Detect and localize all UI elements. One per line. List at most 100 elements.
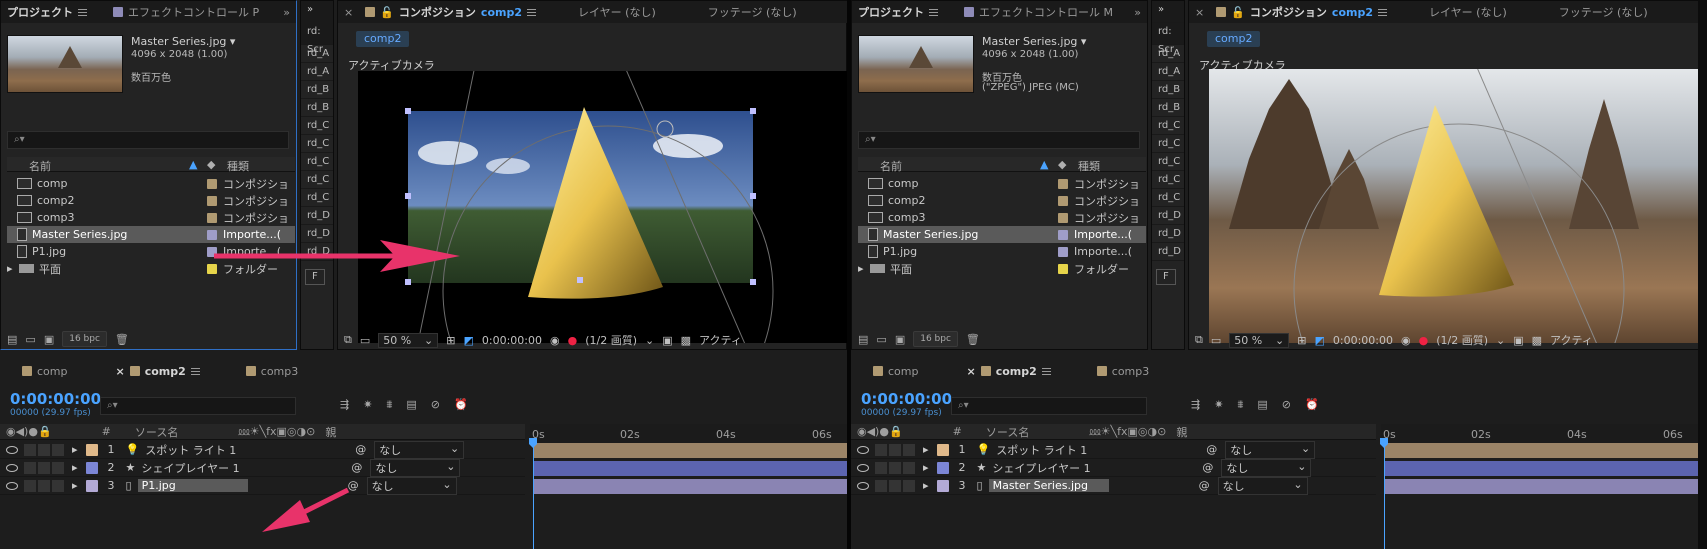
snapshot-icon[interactable]: ⧉ [1195, 333, 1203, 347]
motion-blur-icon[interactable]: ⊘ [1282, 398, 1291, 412]
project-item-folder[interactable]: ▸ 平面 フォルダー [858, 260, 1146, 277]
shy-icon[interactable]: ⩩ [1237, 398, 1243, 412]
expand-icon[interactable]: ▸ [858, 262, 868, 275]
script-item[interactable]: rd_C [1152, 171, 1184, 189]
new-folder-icon[interactable]: ▭ [876, 333, 886, 346]
close-icon[interactable]: × [1195, 6, 1204, 19]
script-header: rd: Scr [1152, 23, 1184, 55]
transparency-icon[interactable]: ▩ [1532, 334, 1542, 347]
parent-select[interactable]: なし ⌄ [1217, 476, 1308, 495]
sort-asc-icon[interactable]: ▲ [1040, 158, 1048, 171]
resolution-select[interactable]: (1/2 画質) [1436, 332, 1488, 348]
layer-name-selected[interactable]: Master Series.jpg [988, 479, 1109, 492]
time-ruler[interactable]: 0s 02s 04s 06s [1381, 424, 1698, 444]
layer-bar-2[interactable] [1384, 461, 1698, 476]
eye-icon[interactable] [857, 481, 869, 490]
script-item[interactable]: rd_A [1152, 45, 1184, 63]
label-color[interactable] [936, 443, 949, 456]
tab-effect-controls[interactable]: エフェクトコントロール M [964, 4, 1113, 20]
comp-chip[interactable]: comp2 [1207, 31, 1261, 47]
col-type[interactable]: 種類 [1078, 158, 1100, 174]
script-item[interactable]: rd_D [1152, 225, 1184, 243]
composition-viewer[interactable] [1209, 48, 1698, 455]
menu-icon[interactable] [1041, 367, 1051, 375]
new-comp-icon[interactable]: ▣ [895, 333, 905, 346]
zoom-select[interactable]: 50 % ⌄ [1229, 332, 1290, 348]
frame-blend-icon[interactable]: ▤ [1257, 398, 1267, 412]
pickwhip-icon[interactable]: @ [1199, 479, 1210, 492]
label-icon[interactable]: ◆ [1058, 158, 1066, 171]
script-item[interactable]: rd_B [1152, 81, 1184, 99]
project-item-comp2[interactable]: comp2 コンポジショ [858, 192, 1146, 209]
tab-project[interactable]: プロジェクト [858, 4, 938, 20]
expand-icon[interactable]: ▸ [923, 479, 929, 492]
layer-bar-3[interactable] [1384, 479, 1698, 494]
layer-row-2[interactable]: ▸ 2 ★ シェイプレイヤー 1 @ なし ⌄ [851, 458, 1376, 477]
project-item-p1[interactable]: P1.jpg Importe...( [858, 243, 1146, 260]
script-collapse-icon[interactable]: » [1152, 1, 1184, 23]
draft-3d-icon[interactable]: ✷ [1214, 398, 1223, 412]
channel-icon[interactable]: ● [1419, 334, 1429, 347]
camera-select[interactable]: アクティ [1550, 332, 1593, 348]
search-input[interactable]: ⌕▾ [858, 131, 1140, 149]
monitor-icon[interactable]: ▭ [1211, 334, 1221, 347]
script-footer-button[interactable]: F [1156, 269, 1176, 285]
timeline-timecode[interactable]: 0:00:00:00 [861, 390, 952, 408]
file-icon [868, 245, 878, 258]
layer-column-header: ◉◀)●🔒 # ソース名 ⅏☀╲fx▣◎◑⊙ 親 [851, 424, 1376, 440]
parent-select[interactable]: なし ⌄ [1221, 458, 1312, 477]
viewer-canvas [1209, 48, 1698, 455]
layer-row-3[interactable]: ▸ 3 ▯ Master Series.jpg @ なし ⌄ [851, 476, 1376, 495]
project-item-master-series[interactable]: Master Series.jpg Importe...( [858, 226, 1146, 243]
tab-footage[interactable]: フッテージ (なし) [1559, 4, 1648, 20]
grid-icon[interactable]: ⊞ [1297, 334, 1306, 347]
project-item-comp[interactable]: comp コンポジショ [858, 175, 1146, 192]
eye-icon[interactable] [857, 463, 869, 472]
script-item[interactable]: rd_D [1152, 207, 1184, 225]
pickwhip-icon[interactable]: @ [1202, 461, 1213, 474]
script-item[interactable]: rd_D [1152, 243, 1184, 261]
bpc-button[interactable]: 16 bpc [913, 331, 958, 347]
script-item[interactable]: rd_C [1152, 135, 1184, 153]
footage-name[interactable]: Master Series.jpg ▾ [982, 35, 1086, 48]
script-item[interactable]: rd_C [1152, 117, 1184, 135]
script-panel: » rd: Scr rd_A rd_A rd_B rd_B rd_C rd_C … [1151, 0, 1185, 350]
mask-icon[interactable]: ◩ [1314, 334, 1324, 347]
parent-select[interactable]: なし ⌄ [1225, 440, 1316, 459]
right-screenshot: プロジェクト エフェクトコントロール M » Master Series.jpg… [851, 0, 1698, 549]
layer-row-1[interactable]: ▸ 1 💡 スポット ライト 1 @ なし ⌄ [851, 440, 1376, 459]
timeline-search-input[interactable]: ⌕▾ [951, 397, 1147, 415]
graph-editor-icon[interactable]: ⏰ [1305, 398, 1319, 412]
tab-composition[interactable]: 🔓 コンポジション comp2 [1216, 4, 1387, 20]
menu-icon[interactable] [929, 8, 938, 16]
col-name[interactable]: 名前 [880, 158, 902, 174]
project-tabbar: プロジェクト エフェクトコントロール M » [852, 1, 1147, 23]
label-color[interactable] [936, 461, 949, 474]
expand-icon[interactable]: ▸ [923, 461, 929, 474]
pickwhip-icon[interactable]: @ [1206, 443, 1217, 456]
tab-comp[interactable]: comp [873, 365, 918, 378]
camera-icon[interactable]: ◉ [1401, 334, 1411, 347]
viewer-timecode[interactable]: 0:00:00:00 [1333, 334, 1393, 347]
overflow-icon[interactable]: » [1134, 6, 1141, 19]
eye-icon[interactable] [857, 445, 869, 454]
col-parent[interactable]: 親 [1176, 424, 1187, 440]
expand-icon[interactable]: ▸ [923, 443, 929, 456]
tab-comp2[interactable]: × comp2 [966, 365, 1051, 378]
region-icon[interactable]: ▣ [1513, 334, 1523, 347]
trash-icon[interactable]: 🗑 [966, 333, 980, 346]
comp-mini-flowchart-icon[interactable]: ⇶ [1191, 398, 1200, 412]
col-source-name[interactable]: ソース名 [986, 424, 1029, 440]
footage-codec: ("ZPEG") JPEG (MC) [982, 82, 1079, 93]
script-item[interactable]: rd_C [1152, 153, 1184, 171]
project-item-comp3[interactable]: comp3 コンポジショ [858, 209, 1146, 226]
script-item[interactable]: rd_A [1152, 63, 1184, 81]
script-item[interactable]: rd_B [1152, 99, 1184, 117]
script-item[interactable]: rd_C [1152, 189, 1184, 207]
label-color[interactable] [936, 479, 949, 492]
tab-layer[interactable]: レイヤー (なし) [1429, 4, 1507, 20]
tab-comp3[interactable]: comp3 [1096, 365, 1149, 378]
layer-bar-1[interactable] [1384, 443, 1698, 458]
menu-icon[interactable] [1378, 8, 1387, 16]
interpret-icon[interactable]: ▤ [858, 333, 868, 346]
